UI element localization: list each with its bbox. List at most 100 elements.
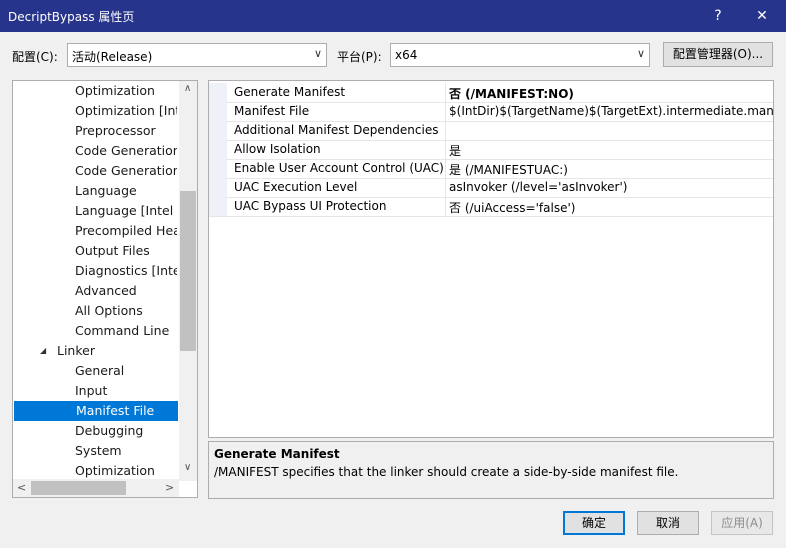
platform-value: x64 bbox=[395, 48, 418, 62]
property-value[interactable]: $(IntDir)$(TargetName)$(TargetExt).inter… bbox=[449, 104, 773, 118]
row-gutter bbox=[209, 121, 227, 140]
config-dropdown[interactable]: 活动(Release) ∨ bbox=[67, 43, 327, 67]
tree-item-optimization[interactable]: Optimization bbox=[75, 461, 177, 481]
apply-button[interactable]: 应用(A) bbox=[711, 511, 773, 535]
property-row[interactable]: UAC Bypass UI Protection 否 (/uiAccess='fa… bbox=[209, 197, 773, 217]
column-divider bbox=[445, 83, 446, 102]
tree-item-label: Command Line bbox=[75, 323, 170, 338]
expand-collapse-icon[interactable]: ◢ bbox=[40, 341, 46, 361]
tree-item-label: All Options bbox=[75, 303, 143, 318]
ok-button[interactable]: 确定 bbox=[563, 511, 625, 535]
close-button[interactable]: ✕ bbox=[742, 0, 782, 32]
tree-item-manifest-file[interactable]: Manifest File bbox=[14, 401, 178, 421]
property-value[interactable]: 否 (/uiAccess='false') bbox=[449, 199, 773, 216]
tree-item-label: Manifest File bbox=[76, 403, 155, 418]
tree-item-label: Optimization bbox=[75, 83, 155, 98]
tree-item-preprocessor[interactable]: Preprocessor bbox=[75, 121, 177, 141]
tree-item-label: Preprocessor bbox=[75, 123, 156, 138]
tree-horizontal-scrollbar[interactable]: < > bbox=[13, 479, 179, 497]
column-divider bbox=[445, 178, 446, 197]
property-row[interactable]: UAC Execution Level asInvoker (/level='as… bbox=[209, 178, 773, 198]
config-value: 活动(Release) bbox=[72, 50, 153, 64]
tree-item-language[interactable]: Language bbox=[75, 181, 177, 201]
property-row[interactable]: Manifest File $(IntDir)$(TargetName)$(Tar… bbox=[209, 102, 773, 122]
tree-item-label: Optimization [Inte bbox=[75, 103, 177, 118]
tree-item-system[interactable]: System bbox=[75, 441, 177, 461]
property-row[interactable]: Generate Manifest 否 (/MANIFEST:NO) bbox=[209, 83, 773, 103]
config-manager-button[interactable]: 配置管理器(O)... bbox=[663, 42, 773, 67]
tree-item-code-generation[interactable]: Code Generation bbox=[75, 161, 177, 181]
row-gutter bbox=[209, 140, 227, 159]
scroll-thumb[interactable] bbox=[180, 191, 196, 351]
property-name: Generate Manifest bbox=[234, 85, 346, 99]
row-gutter bbox=[209, 178, 227, 197]
config-label: 配置(C): bbox=[12, 50, 58, 64]
tree-item-label: Code Generation bbox=[75, 143, 177, 158]
property-name: UAC Bypass UI Protection bbox=[234, 199, 387, 213]
tree-item-label: Language bbox=[75, 183, 137, 198]
column-divider bbox=[445, 102, 446, 121]
column-divider bbox=[445, 159, 446, 178]
scroll-down-icon[interactable]: ∨ bbox=[184, 462, 191, 473]
property-value[interactable]: asInvoker (/level='asInvoker') bbox=[449, 180, 773, 194]
window-title: DecriptBypass 属性页 bbox=[8, 10, 135, 24]
column-divider bbox=[445, 197, 446, 216]
tree-item-diagnostics-intel[interactable]: Diagnostics [Intel bbox=[75, 261, 177, 281]
tree-item-label: System bbox=[75, 443, 122, 458]
tree-item-all-options[interactable]: All Options bbox=[75, 301, 177, 321]
tree-item-label: General bbox=[75, 363, 125, 378]
chevron-down-icon: ∨ bbox=[636, 47, 645, 60]
row-gutter bbox=[209, 197, 227, 216]
column-divider bbox=[445, 121, 446, 140]
platform-label: 平台(P): bbox=[337, 50, 382, 64]
property-grid[interactable]: Generate Manifest 否 (/MANIFEST:NO) Manifes… bbox=[208, 80, 774, 438]
scroll-up-icon[interactable]: ∧ bbox=[184, 83, 191, 94]
property-row[interactable]: Additional Manifest Dependencies bbox=[209, 121, 773, 141]
scroll-right-icon[interactable]: > bbox=[165, 481, 174, 494]
tree-item-label: Diagnostics [Intel bbox=[75, 263, 177, 278]
property-name: UAC Execution Level bbox=[234, 180, 358, 194]
property-name: Manifest File bbox=[234, 104, 310, 118]
tree-item-general[interactable]: General bbox=[75, 361, 177, 381]
description-title: Generate Manifest bbox=[214, 447, 340, 461]
tree-item-language-intel-c[interactable]: Language [Intel C bbox=[75, 201, 177, 221]
tree-item-optimization-inte[interactable]: Optimization [Inte bbox=[75, 101, 177, 121]
property-value[interactable]: 是 (/MANIFESTUAC:) bbox=[449, 161, 773, 178]
cancel-button[interactable]: 取消 bbox=[637, 511, 699, 535]
tree-vertical-scrollbar[interactable]: ∧ ∨ bbox=[179, 81, 197, 481]
hscroll-thumb[interactable] bbox=[31, 481, 126, 495]
tree-item-label: Debugging bbox=[75, 423, 144, 438]
row-gutter bbox=[209, 83, 227, 102]
tree-item-code-generation[interactable]: Code Generation bbox=[75, 141, 177, 161]
tree-item-label: Precompiled Head bbox=[75, 223, 177, 238]
chevron-down-icon: ∨ bbox=[313, 47, 322, 60]
tree-item-debugging[interactable]: Debugging bbox=[75, 421, 177, 441]
tree-item-label: Language [Intel C bbox=[75, 203, 177, 218]
property-name: Allow Isolation bbox=[234, 142, 321, 156]
property-row[interactable]: Enable User Account Control (UAC) 是 (/MAN… bbox=[209, 159, 773, 179]
property-value[interactable]: 是 bbox=[449, 142, 773, 159]
property-tree[interactable]: Optimization Optimization [Inte Preprocess… bbox=[12, 80, 198, 498]
tree-item-label: Optimization bbox=[75, 463, 155, 478]
tree-item-label: Input bbox=[75, 383, 108, 398]
platform-dropdown[interactable]: x64 ∨ bbox=[390, 43, 650, 67]
tree-item-precompiled-head[interactable]: Precompiled Head bbox=[75, 221, 177, 241]
tree-item-linker[interactable]: ◢ Linker bbox=[40, 341, 177, 361]
description-text: /MANIFEST specifies that the linker shou… bbox=[214, 465, 679, 479]
tree-item-label: Advanced bbox=[75, 283, 137, 298]
help-button[interactable]: ? bbox=[698, 0, 738, 32]
tree-item-advanced[interactable]: Advanced bbox=[75, 281, 177, 301]
row-gutter bbox=[209, 102, 227, 121]
property-value[interactable]: 否 (/MANIFEST:NO) bbox=[449, 85, 773, 102]
property-name: Enable User Account Control (UAC) bbox=[234, 161, 444, 175]
tree-item-output-files[interactable]: Output Files bbox=[75, 241, 177, 261]
column-divider bbox=[445, 140, 446, 159]
row-gutter bbox=[209, 159, 227, 178]
scroll-left-icon[interactable]: < bbox=[17, 481, 26, 494]
tree-item-label: Output Files bbox=[75, 243, 150, 258]
property-name: Additional Manifest Dependencies bbox=[234, 123, 439, 137]
property-row[interactable]: Allow Isolation 是 bbox=[209, 140, 773, 160]
tree-item-command-line[interactable]: Command Line bbox=[75, 321, 177, 341]
tree-item-input[interactable]: Input bbox=[75, 381, 177, 401]
tree-item-optimization[interactable]: Optimization bbox=[75, 81, 177, 101]
